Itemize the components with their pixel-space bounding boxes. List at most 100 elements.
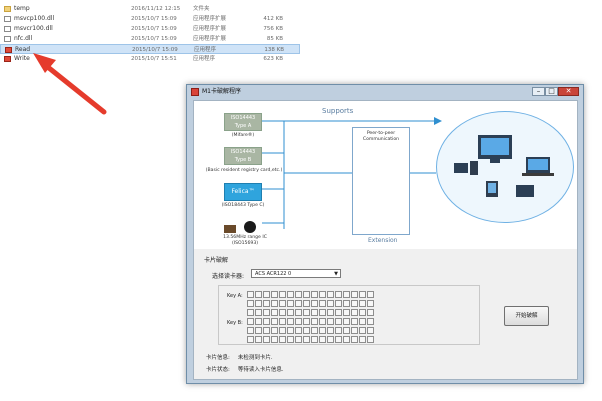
key-a-cell[interactable]	[343, 309, 350, 316]
key-a-cell[interactable]	[303, 291, 310, 298]
key-b-cell[interactable]	[351, 327, 358, 334]
key-a-cell[interactable]	[343, 291, 350, 298]
key-b-cell[interactable]	[311, 327, 318, 334]
key-a-cell[interactable]	[367, 300, 374, 307]
key-a-cell[interactable]	[295, 291, 302, 298]
key-a-cell[interactable]	[319, 291, 326, 298]
key-b-cell[interactable]	[263, 336, 270, 343]
key-b-cell[interactable]	[343, 336, 350, 343]
key-a-cell[interactable]	[263, 291, 270, 298]
key-a-cell[interactable]	[367, 309, 374, 316]
key-a-cell[interactable]	[271, 291, 278, 298]
key-a-cell[interactable]	[271, 300, 278, 307]
file-row-msvcr100[interactable]: msvcr100.dll 2015/10/7 15:09 应用程序扩展 756 …	[0, 24, 300, 34]
key-b-cell[interactable]	[303, 318, 310, 325]
key-b-cell[interactable]	[263, 318, 270, 325]
key-a-cell[interactable]	[335, 309, 342, 316]
key-a-cell[interactable]	[247, 309, 254, 316]
key-b-cell[interactable]	[271, 336, 278, 343]
key-a-cell[interactable]	[255, 291, 262, 298]
key-b-cell[interactable]	[359, 327, 366, 334]
key-a-cell[interactable]	[303, 309, 310, 316]
key-a-cell[interactable]	[263, 309, 270, 316]
key-b-cell[interactable]	[255, 318, 262, 325]
key-b-cell[interactable]	[359, 336, 366, 343]
file-row-msvcp100[interactable]: msvcp100.dll 2015/10/7 15:09 应用程序扩展 412 …	[0, 14, 300, 24]
key-b-cell[interactable]	[247, 336, 254, 343]
key-a-cell[interactable]	[247, 300, 254, 307]
reader-select-dropdown[interactable]: ACS ACR122 0 ▼	[251, 269, 341, 278]
key-a-cell[interactable]	[359, 300, 366, 307]
key-b-cell[interactable]	[247, 318, 254, 325]
file-row-write[interactable]: Write 2015/10/7 15:51 应用程序 623 KB	[0, 54, 300, 64]
key-b-cell[interactable]	[343, 327, 350, 334]
start-crack-button[interactable]: 开始破解	[504, 306, 549, 326]
key-a-cell[interactable]	[247, 291, 254, 298]
key-b-cell[interactable]	[359, 318, 366, 325]
key-a-cell[interactable]	[311, 291, 318, 298]
key-a-cell[interactable]	[327, 291, 334, 298]
key-b-cell[interactable]	[303, 336, 310, 343]
key-b-cell[interactable]	[271, 318, 278, 325]
key-a-cell[interactable]	[351, 291, 358, 298]
key-b-cell[interactable]	[311, 318, 318, 325]
key-b-cell[interactable]	[287, 327, 294, 334]
key-b-cell[interactable]	[367, 336, 374, 343]
key-a-cell[interactable]	[311, 309, 318, 316]
minimize-button[interactable]: –	[532, 87, 545, 96]
title-bar[interactable]: M1卡破解程序 – □ ✕	[187, 85, 583, 99]
key-b-cell[interactable]	[351, 318, 358, 325]
key-a-cell[interactable]	[359, 309, 366, 316]
key-a-cell[interactable]	[279, 291, 286, 298]
key-a-cell[interactable]	[255, 309, 262, 316]
key-a-cell[interactable]	[287, 291, 294, 298]
key-b-cell[interactable]	[303, 327, 310, 334]
file-row-temp[interactable]: temp 2016/11/12 12:15 文件夹	[0, 4, 300, 14]
key-a-cell[interactable]	[367, 291, 374, 298]
key-a-cell[interactable]	[351, 300, 358, 307]
key-b-cell[interactable]	[279, 318, 286, 325]
key-b-cell[interactable]	[319, 327, 326, 334]
key-b-cell[interactable]	[319, 336, 326, 343]
key-b-cell[interactable]	[335, 318, 342, 325]
key-b-cell[interactable]	[279, 336, 286, 343]
key-b-cell[interactable]	[271, 327, 278, 334]
key-b-cell[interactable]	[311, 336, 318, 343]
key-a-cell[interactable]	[319, 309, 326, 316]
file-row-nfc[interactable]: nfc.dll 2015/10/7 15:09 应用程序扩展 85 KB	[0, 34, 300, 44]
key-a-cell[interactable]	[327, 300, 334, 307]
key-b-cell[interactable]	[255, 336, 262, 343]
key-b-cell[interactable]	[287, 318, 294, 325]
key-b-cell[interactable]	[367, 318, 374, 325]
key-b-cell[interactable]	[295, 327, 302, 334]
key-b-cell[interactable]	[351, 336, 358, 343]
key-a-cell[interactable]	[335, 291, 342, 298]
key-a-cell[interactable]	[287, 309, 294, 316]
key-b-cell[interactable]	[247, 327, 254, 334]
key-a-cell[interactable]	[279, 309, 286, 316]
key-b-cell[interactable]	[319, 318, 326, 325]
key-b-cell[interactable]	[327, 327, 334, 334]
key-a-cell[interactable]	[311, 300, 318, 307]
key-a-cell[interactable]	[351, 309, 358, 316]
key-a-cell[interactable]	[359, 291, 366, 298]
key-a-cell[interactable]	[303, 300, 310, 307]
key-a-cell[interactable]	[319, 300, 326, 307]
key-b-cell[interactable]	[255, 327, 262, 334]
key-a-cell[interactable]	[327, 309, 334, 316]
key-b-cell[interactable]	[343, 318, 350, 325]
key-a-cell[interactable]	[287, 300, 294, 307]
file-row-read[interactable]: Read 2015/10/7 15:09 应用程序 138 KB	[0, 44, 300, 54]
key-b-cell[interactable]	[279, 327, 286, 334]
key-b-cell[interactable]	[295, 318, 302, 325]
key-b-cell[interactable]	[295, 336, 302, 343]
key-b-cell[interactable]	[327, 318, 334, 325]
key-a-cell[interactable]	[335, 300, 342, 307]
key-a-cell[interactable]	[255, 300, 262, 307]
key-a-cell[interactable]	[343, 300, 350, 307]
key-a-cell[interactable]	[271, 309, 278, 316]
key-b-cell[interactable]	[327, 336, 334, 343]
key-b-cell[interactable]	[335, 336, 342, 343]
key-b-cell[interactable]	[287, 336, 294, 343]
key-a-cell[interactable]	[263, 300, 270, 307]
